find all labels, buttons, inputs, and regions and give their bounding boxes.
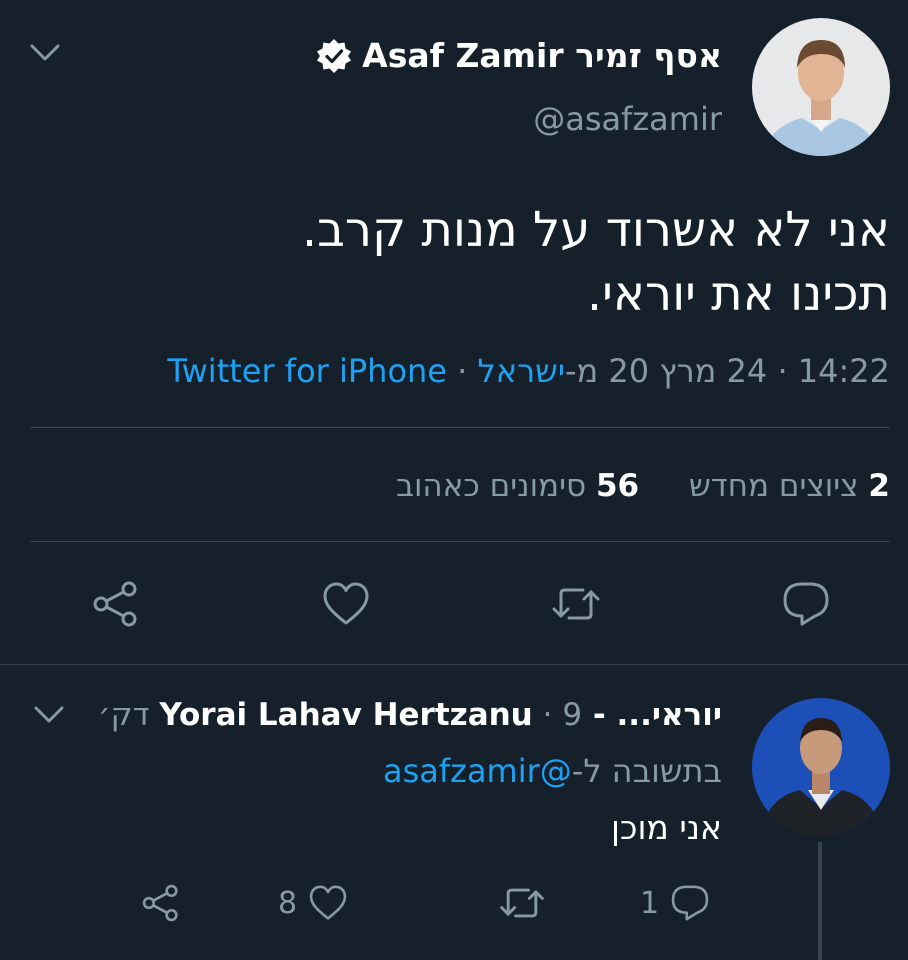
tweet-stats: 2 ציוצים מחדש 56 סימונים כאהוב bbox=[396, 468, 890, 504]
divider bbox=[30, 427, 890, 428]
author-name-row: Asaf Zamir אסף זמיר bbox=[316, 36, 722, 75]
reply-like-count: 8 bbox=[278, 885, 298, 921]
retweet-button[interactable] bbox=[550, 578, 602, 630]
reply-icon bbox=[783, 582, 829, 626]
like-icon bbox=[323, 582, 369, 625]
reply-icon bbox=[671, 885, 709, 921]
retweet-icon bbox=[500, 888, 544, 918]
tweet-text-line: תכינו את יוראי. bbox=[586, 266, 890, 322]
verified-badge-icon bbox=[316, 38, 352, 74]
reply-header: יוראי... - Yorai Lahav Hertzanu · 9 דק׳ bbox=[97, 697, 722, 733]
tweet-location[interactable]: ישראל bbox=[478, 352, 565, 390]
thread-line bbox=[818, 842, 822, 960]
like-button[interactable] bbox=[320, 578, 372, 630]
share-icon bbox=[93, 581, 137, 627]
reply-reply-button[interactable]: 1 bbox=[640, 878, 711, 928]
author-avatar[interactable] bbox=[752, 18, 890, 156]
reply-options-chevron-down-icon[interactable] bbox=[34, 706, 64, 724]
location-prefix: מ- bbox=[564, 352, 599, 390]
divider bbox=[0, 664, 908, 665]
author-name[interactable]: Asaf Zamir אסף זמיר bbox=[362, 36, 722, 75]
replying-to: בתשובה ל-@asafzamir bbox=[383, 752, 722, 790]
share-icon bbox=[142, 884, 178, 922]
author-handle[interactable]: @asafzamir bbox=[533, 100, 722, 138]
reply-text: אני מוכן bbox=[611, 808, 722, 847]
replying-to-prefix: בתשובה ל- bbox=[571, 752, 722, 790]
divider bbox=[30, 541, 890, 542]
tweet-source[interactable]: Twitter for iPhone bbox=[167, 352, 447, 390]
tweet-options-chevron-down-icon[interactable] bbox=[30, 44, 60, 62]
reply-retweet-button[interactable] bbox=[498, 878, 546, 928]
share-button[interactable] bbox=[90, 578, 142, 630]
retweet-icon bbox=[552, 588, 600, 620]
reply-author-name[interactable]: יוראי... - Yorai Lahav Hertzanu bbox=[159, 697, 722, 733]
likes-stat[interactable]: 56 סימונים כאהוב bbox=[396, 468, 639, 504]
retweets-stat[interactable]: 2 ציוצים מחדש bbox=[689, 468, 890, 504]
reply-button[interactable] bbox=[780, 578, 832, 630]
like-icon bbox=[309, 885, 347, 920]
reply-like-button[interactable]: 8 bbox=[278, 878, 349, 928]
tweet-meta: 14:22 · 24 מרץ 20 מ-ישראל · Twitter for … bbox=[167, 352, 890, 390]
tweet-date: 24 מרץ 20 bbox=[608, 352, 768, 390]
reply-reply-count: 1 bbox=[640, 885, 660, 921]
retweets-label: ציוצים מחדש bbox=[688, 468, 859, 504]
likes-count: 56 bbox=[595, 468, 640, 504]
likes-label: סימונים כאהוב bbox=[396, 468, 587, 504]
retweets-count: 2 bbox=[868, 468, 890, 504]
tweet-text: אני לא אשרוד על מנות קרב. תכינו את יוראי… bbox=[20, 198, 890, 326]
reply-share-button[interactable] bbox=[140, 878, 182, 928]
tweet-time: 14:22 bbox=[797, 352, 890, 390]
tweet-text-line: אני לא אשרוד על מנות קרב. bbox=[301, 202, 890, 258]
reply-author-avatar[interactable] bbox=[752, 698, 890, 836]
replying-to-handle[interactable]: @asafzamir bbox=[383, 752, 572, 790]
